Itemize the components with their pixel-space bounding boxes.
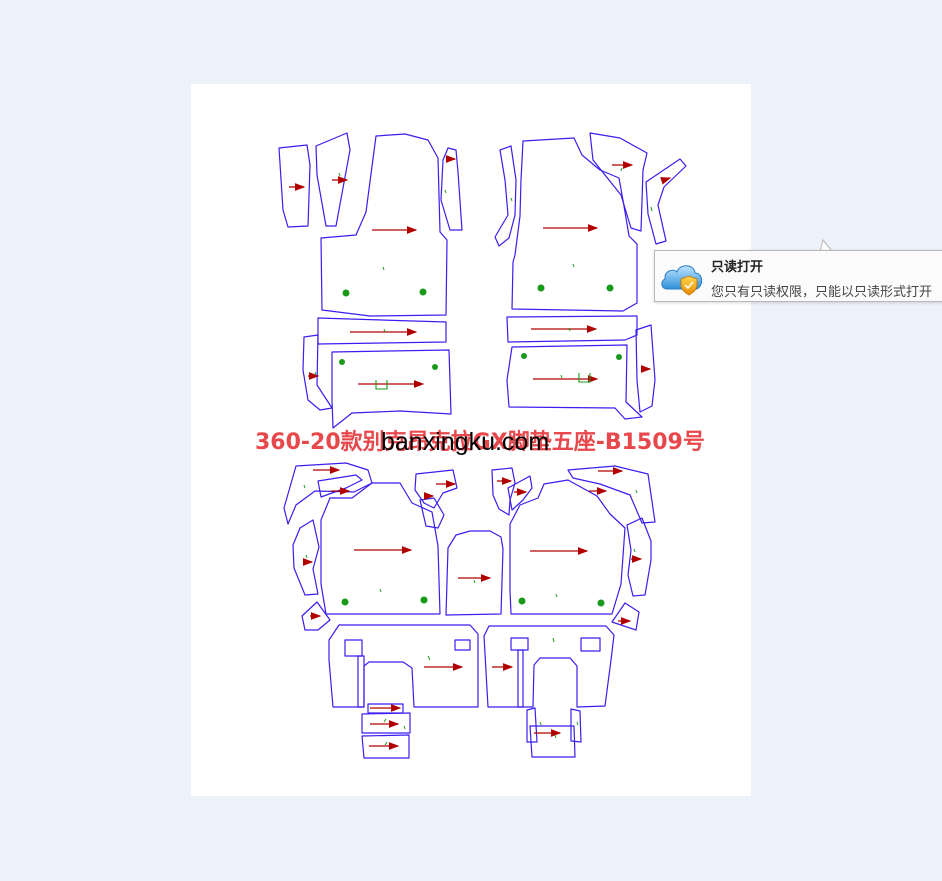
- pattern-piece: [331, 349, 452, 429]
- pattern-piece: [645, 158, 687, 245]
- pattern-piece: [344, 639, 363, 657]
- pattern-piece: [320, 482, 441, 615]
- pattern-piece: [317, 474, 363, 498]
- pattern-piece: [494, 145, 517, 247]
- pattern-piece: [292, 519, 320, 596]
- pattern-piece: [328, 624, 479, 708]
- cloud-shield-icon: [661, 265, 703, 296]
- pattern-piece: [445, 530, 504, 616]
- pattern-piece: [611, 602, 640, 631]
- readonly-notification[interactable]: 只读打开 您只有只读权限，只能以只读形式打开: [654, 250, 942, 302]
- pattern-piece: [526, 707, 538, 743]
- pattern-piece: [626, 517, 652, 597]
- watermark-text: banxingku.com: [381, 428, 550, 456]
- pattern-piece: [454, 639, 471, 651]
- pattern-piece: [440, 147, 463, 231]
- pattern-piece: [567, 465, 656, 524]
- toast-message: 您只有只读权限，只能以只读形式打开: [711, 285, 933, 300]
- pattern-piece: [317, 317, 447, 345]
- pattern-piece: [357, 655, 365, 708]
- pattern-piece: [517, 649, 524, 708]
- pattern-piece: [302, 334, 333, 411]
- pattern-piece: [361, 712, 411, 734]
- pattern-piece: [510, 637, 529, 651]
- pattern-piece: [509, 479, 626, 615]
- toast-title: 只读打开: [711, 260, 764, 275]
- pattern-piece: [511, 137, 638, 312]
- pattern-piece: [320, 133, 448, 317]
- pattern-piece: [278, 144, 311, 228]
- pattern-piece: [589, 132, 648, 232]
- pattern-piece: [580, 637, 601, 652]
